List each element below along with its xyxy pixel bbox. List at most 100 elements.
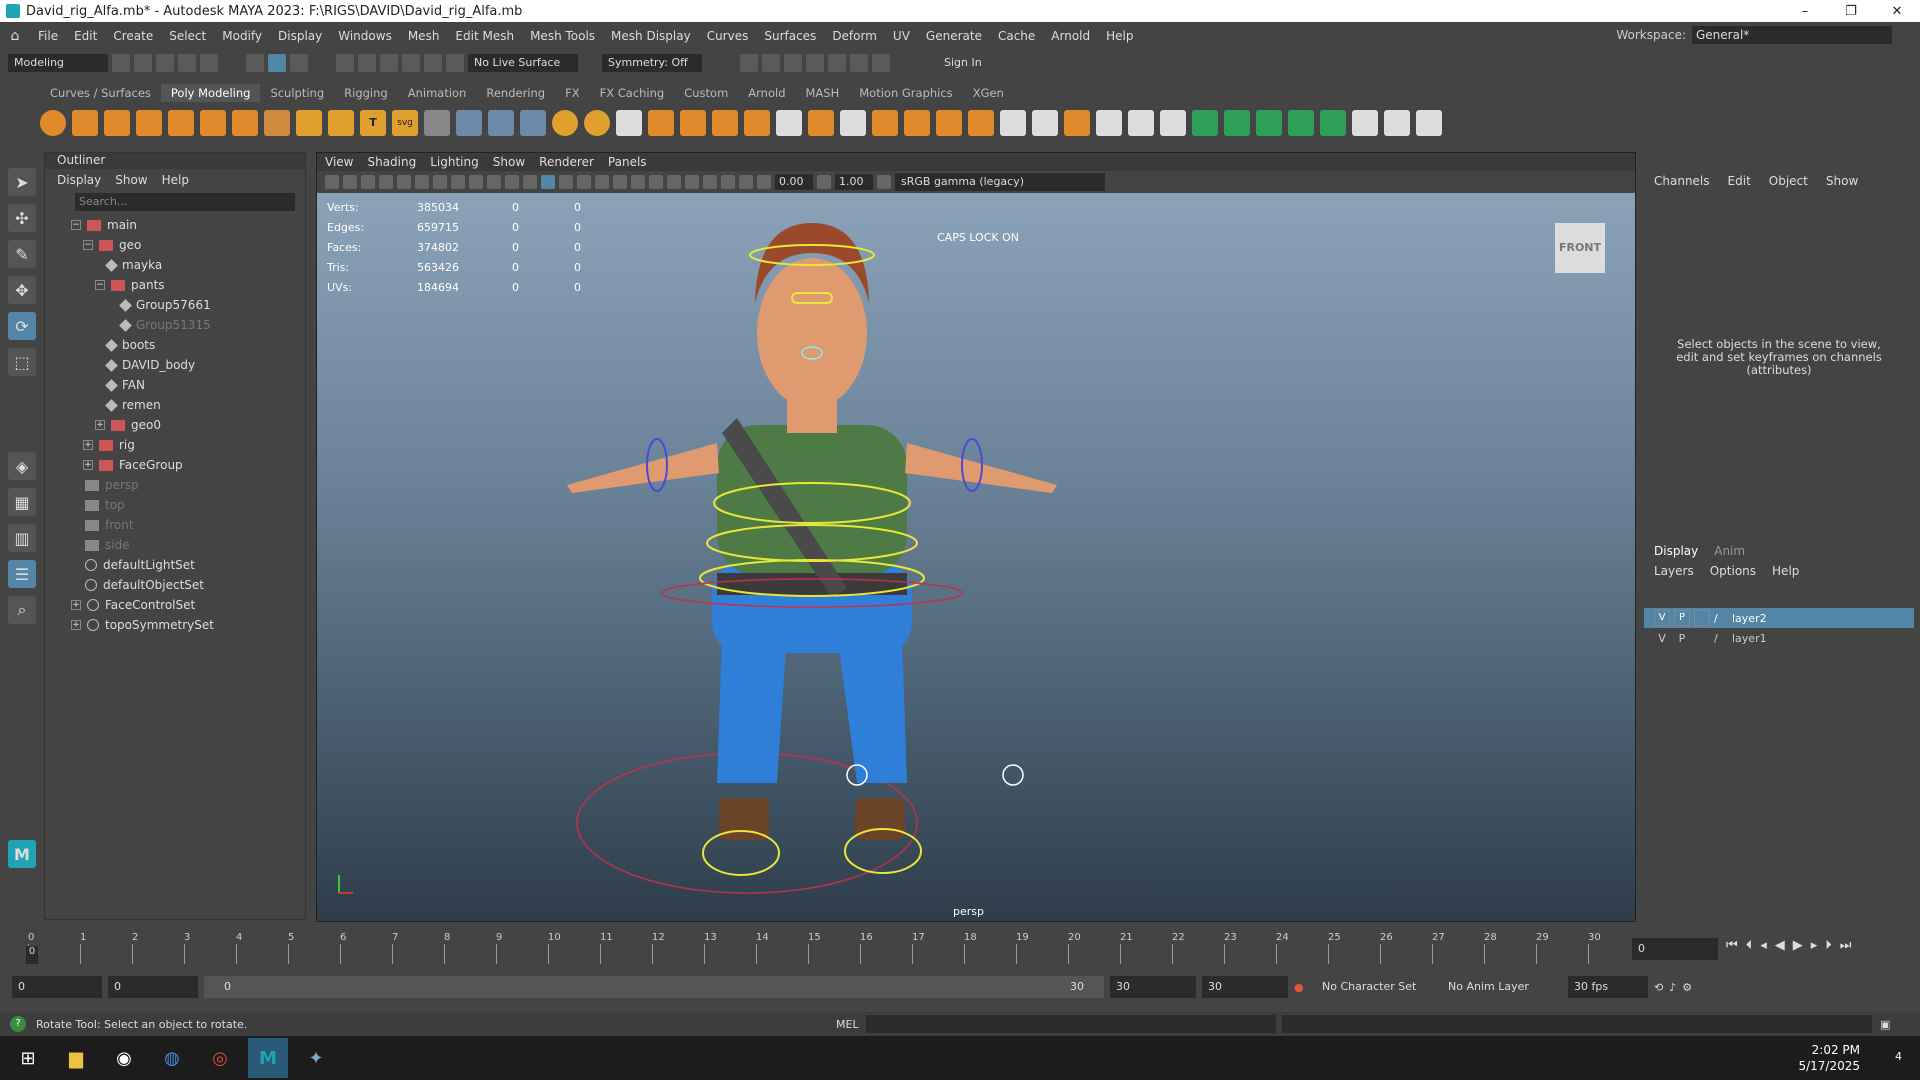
outliner-item-david-body[interactable]: DAVID_body [45,355,305,375]
minimize-button[interactable]: – [1782,4,1828,19]
select-component-icon[interactable] [290,54,308,72]
outliner-item-fan[interactable]: FAN [45,375,305,395]
outliner-item-rig[interactable]: + rig [45,435,305,455]
outliner-item-facecontrolset[interactable]: + FaceControlSet [45,595,305,615]
menu-select[interactable]: Select [161,29,214,43]
browser-icon[interactable]: ◍ [152,1038,192,1078]
collapse-icon[interactable]: − [95,280,105,290]
outliner-item-group51315[interactable]: Group51315 [45,315,305,335]
merge-icon[interactable] [1032,110,1058,136]
outliner-menu-show[interactable]: Show [115,173,147,187]
layer-playback-toggle[interactable]: P [1674,632,1690,645]
move-tool-icon[interactable]: ✥ [8,276,36,304]
ambient-occlusion-icon[interactable] [649,175,663,189]
anim-layer-dropdown[interactable]: No Anim Layer [1442,976,1562,998]
search-icon[interactable]: ⌕ [8,596,36,624]
character-set-dropdown[interactable]: No Character Set [1316,976,1436,998]
scale-tool-icon[interactable]: ⬚ [8,348,36,376]
playback-end-field[interactable]: 30 [1110,976,1196,998]
fill-hole-icon[interactable] [680,110,706,136]
grid-icon[interactable] [424,110,450,136]
select-tool-icon[interactable]: ➤ [8,168,36,196]
cylindrical-map-icon[interactable] [1256,110,1282,136]
image-plane-icon[interactable] [379,175,393,189]
channel-menu-channels[interactable]: Channels [1654,174,1710,188]
chamfer-icon[interactable] [1000,110,1026,136]
poly-disc-icon[interactable] [232,110,258,136]
outliner-item-front[interactable]: front [45,515,305,535]
type-icon[interactable]: T [360,110,386,136]
exposure-icon[interactable] [757,175,771,189]
snap-rotate-icon[interactable] [446,54,464,72]
menu-edit[interactable]: Edit [66,29,105,43]
safe-title-icon[interactable] [505,175,519,189]
insert-edge-icon[interactable] [1128,110,1154,136]
shelf-tab-animation[interactable]: Animation [398,84,477,102]
color-space-dropdown[interactable]: sRGB gamma (legacy) [895,173,1105,191]
layer-menu-options[interactable]: Options [1710,564,1756,578]
svg-icon[interactable]: svg [392,110,418,136]
scene-view[interactable]: Verts: 385034 0 0 Edges: 659715 0 0 Faces: 3748… [317,193,1635,921]
camera-attributes-icon[interactable] [343,175,357,189]
home-icon[interactable]: ⌂ [0,28,30,44]
app-icon[interactable]: ◉ [104,1038,144,1078]
menu-display[interactable]: Display [270,29,330,43]
gamma-icon[interactable] [817,175,831,189]
hypershade-icon[interactable] [828,54,846,72]
layer-visibility-toggle[interactable]: V [1654,610,1670,626]
expand-icon[interactable]: + [83,460,93,470]
select-object-icon[interactable] [268,54,286,72]
menu-mesh-display[interactable]: Mesh Display [603,29,699,43]
boolean-icon[interactable] [808,110,834,136]
bevel-icon[interactable] [552,110,578,136]
shelf-tab-curves-surfaces[interactable]: Curves / Surfaces [40,84,161,102]
snap-grid-icon[interactable] [336,54,354,72]
multi-cut-icon[interactable] [712,110,738,136]
viewport-menu-panels[interactable]: Panels [608,155,647,169]
shelf-tab-fx-caching[interactable]: FX Caching [590,84,675,102]
layer-menu-help[interactable]: Help [1772,564,1799,578]
file-explorer-icon[interactable]: ▆ [56,1038,96,1078]
outliner-item-facegroup[interactable]: + FaceGroup [45,455,305,475]
play-backward-icon[interactable]: ◀ [1775,938,1785,953]
outliner-item-persp[interactable]: persp [45,475,305,495]
expand-icon[interactable]: + [71,600,81,610]
viewport-menu-lighting[interactable]: Lighting [430,155,479,169]
cut-uv-icon[interactable] [1384,110,1410,136]
mel-label[interactable]: MEL [836,1018,866,1031]
close-button[interactable]: ✕ [1874,4,1920,19]
film-gate-icon[interactable] [415,175,429,189]
outliner-item-geo0[interactable]: + geo0 [45,415,305,435]
paint-select-icon[interactable]: ✎ [8,240,36,268]
ipr-render-icon[interactable] [784,54,802,72]
shelf-tab-sculpting[interactable]: Sculpting [260,84,334,102]
shelf-tab-rigging[interactable]: Rigging [334,84,398,102]
layer-color-icon[interactable]: / [1714,632,1728,645]
chrome-icon[interactable]: ◎ [200,1038,240,1078]
rotate-tool-icon[interactable]: ⟳ [8,312,36,340]
combine-icon[interactable] [456,110,482,136]
camera-select-icon[interactable] [325,175,339,189]
layer-color-icon[interactable]: / [1714,612,1728,625]
shelf-tab-arnold[interactable]: Arnold [738,84,795,102]
step-forward-key-icon[interactable]: ⏵ [1825,938,1832,953]
lights-icon[interactable] [613,175,627,189]
layer-playback-toggle[interactable]: P [1674,610,1690,626]
menu-deform[interactable]: Deform [824,29,885,43]
expand-icon[interactable]: + [71,620,81,630]
sound-icon[interactable]: ♪ [1669,981,1676,994]
menu-file[interactable]: File [30,29,66,43]
menu-create[interactable]: Create [105,29,161,43]
motion-blur-icon[interactable] [667,175,681,189]
poly-sphere-icon[interactable] [40,110,66,136]
redo-icon[interactable] [200,54,218,72]
menu-mesh-tools[interactable]: Mesh Tools [522,29,603,43]
current-time-marker[interactable]: 0 [26,946,38,964]
time-slider[interactable]: 0 1 2 3 4 5 6 7 8 9 10 11 12 13 14 15 16 17 18 19 20 21 22 23 24… [0,930,1920,966]
super-shape-icon[interactable] [296,110,322,136]
menu-modify[interactable]: Modify [214,29,270,43]
collapse-icon[interactable]: − [71,220,81,230]
snap-curve-icon[interactable] [358,54,376,72]
go-to-start-icon[interactable]: ⏮ [1726,938,1738,953]
open-scene-icon[interactable] [134,54,152,72]
